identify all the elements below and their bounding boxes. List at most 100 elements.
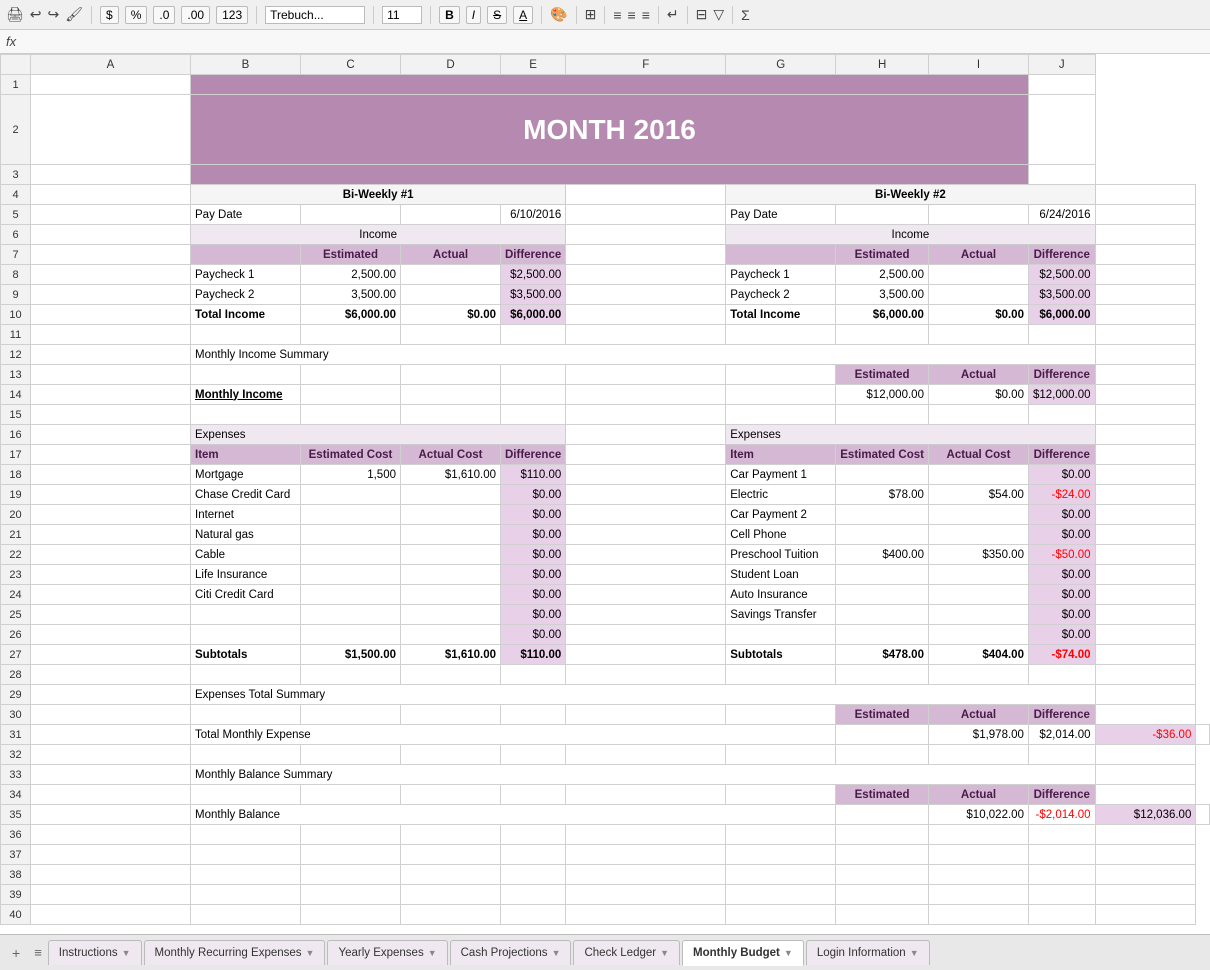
- cell-k12[interactable]: [1095, 345, 1196, 365]
- cell-k35[interactable]: [1196, 805, 1210, 825]
- cell-f18[interactable]: [566, 465, 726, 485]
- cell-k34[interactable]: [1095, 785, 1196, 805]
- cell-e9[interactable]: $3,500.00: [501, 285, 566, 305]
- cell-f40[interactable]: [566, 905, 726, 925]
- cell-a31[interactable]: [31, 725, 191, 745]
- cell-c23[interactable]: [301, 565, 401, 585]
- underline-button[interactable]: A: [513, 6, 533, 24]
- cell-i39[interactable]: [928, 885, 1028, 905]
- cell-k2[interactable]: [1028, 95, 1095, 165]
- cell-j39[interactable]: [1028, 885, 1095, 905]
- cell-b34[interactable]: [191, 785, 301, 805]
- cell-a28[interactable]: [31, 665, 191, 685]
- cell-c9[interactable]: 3,500.00: [301, 285, 401, 305]
- cell-a7[interactable]: [31, 245, 191, 265]
- cell-e38[interactable]: [501, 865, 566, 885]
- cell-i11[interactable]: [928, 325, 1028, 345]
- cell-b5[interactable]: Pay Date: [191, 205, 301, 225]
- cell-h26[interactable]: [836, 625, 929, 645]
- cell-b10[interactable]: Total Income: [191, 305, 301, 325]
- cell-j18[interactable]: $0.00: [1028, 465, 1095, 485]
- cell-f19[interactable]: [566, 485, 726, 505]
- cell-f34[interactable]: [566, 785, 726, 805]
- cell-k1[interactable]: [1028, 75, 1095, 95]
- cell-i5[interactable]: [928, 205, 1028, 225]
- cell-f38[interactable]: [566, 865, 726, 885]
- cell-g39[interactable]: [726, 885, 836, 905]
- cell-h39[interactable]: [836, 885, 929, 905]
- cell-a16[interactable]: [31, 425, 191, 445]
- cell-h8[interactable]: 2,500.00: [836, 265, 929, 285]
- tab-yearly-dropdown[interactable]: ▼: [428, 948, 437, 958]
- cell-e8[interactable]: $2,500.00: [501, 265, 566, 285]
- cell-k10[interactable]: [1095, 305, 1196, 325]
- cell-g10[interactable]: Total Income: [726, 305, 836, 325]
- cell-b30[interactable]: [191, 705, 301, 725]
- tab-monthly-budget[interactable]: Monthly Budget ▼: [682, 940, 804, 966]
- add-sheet-button[interactable]: +: [4, 941, 28, 965]
- tab-login-dropdown[interactable]: ▼: [910, 948, 919, 958]
- tab-cash-dropdown[interactable]: ▼: [552, 948, 561, 958]
- cell-f20[interactable]: [566, 505, 726, 525]
- cell-b27[interactable]: Subtotals: [191, 645, 301, 665]
- cell-e24[interactable]: $0.00: [501, 585, 566, 605]
- cell-a21[interactable]: [31, 525, 191, 545]
- cell-g28[interactable]: [726, 665, 836, 685]
- cell-e27[interactable]: $110.00: [501, 645, 566, 665]
- cell-h22[interactable]: $400.00: [836, 545, 929, 565]
- font-size-input[interactable]: [382, 6, 422, 24]
- cell-b40[interactable]: [191, 905, 301, 925]
- cell-e32[interactable]: [501, 745, 566, 765]
- cell-c8[interactable]: 2,500.00: [301, 265, 401, 285]
- cell-j24[interactable]: $0.00: [1028, 585, 1095, 605]
- cell-e40[interactable]: [501, 905, 566, 925]
- col-header-a[interactable]: A: [31, 55, 191, 75]
- cell-a1[interactable]: [31, 75, 191, 95]
- cell-a6[interactable]: [31, 225, 191, 245]
- cell-b39[interactable]: [191, 885, 301, 905]
- cell-c34[interactable]: [301, 785, 401, 805]
- cell-h11[interactable]: [836, 325, 929, 345]
- cell-b22[interactable]: Cable: [191, 545, 301, 565]
- cell-f17[interactable]: [566, 445, 726, 465]
- cell-k16[interactable]: [1095, 425, 1196, 445]
- col-header-e[interactable]: E: [501, 55, 566, 75]
- cell-d26[interactable]: [401, 625, 501, 645]
- cell-k23[interactable]: [1095, 565, 1196, 585]
- cell-a27[interactable]: [31, 645, 191, 665]
- cell-b19[interactable]: Chase Credit Card: [191, 485, 301, 505]
- cell-d8[interactable]: [401, 265, 501, 285]
- cell-i25[interactable]: [928, 605, 1028, 625]
- cell-f6[interactable]: [566, 225, 726, 245]
- cell-k40[interactable]: [1095, 905, 1196, 925]
- cell-g21[interactable]: Cell Phone: [726, 525, 836, 545]
- cell-a3[interactable]: [31, 165, 191, 185]
- formula-input[interactable]: [24, 35, 1204, 49]
- cell-h20[interactable]: [836, 505, 929, 525]
- strikethrough-button[interactable]: S: [487, 6, 507, 24]
- cell-h37[interactable]: [836, 845, 929, 865]
- decimal-btn[interactable]: .0: [153, 6, 175, 24]
- cell-e25[interactable]: $0.00: [501, 605, 566, 625]
- cell-f9[interactable]: [566, 285, 726, 305]
- cell-c13[interactable]: [301, 365, 401, 385]
- cell-j10[interactable]: $6,000.00: [1028, 305, 1095, 325]
- cell-a13[interactable]: [31, 365, 191, 385]
- cell-a14[interactable]: [31, 385, 191, 405]
- cell-a18[interactable]: [31, 465, 191, 485]
- cell-a40[interactable]: [31, 905, 191, 925]
- col-header-g[interactable]: G: [726, 55, 836, 75]
- percent-btn[interactable]: %: [125, 6, 148, 24]
- cell-h5[interactable]: [836, 205, 929, 225]
- cell-g36[interactable]: [726, 825, 836, 845]
- cell-c18[interactable]: 1,500: [301, 465, 401, 485]
- cell-j20[interactable]: $0.00: [1028, 505, 1095, 525]
- cell-h28[interactable]: [836, 665, 929, 685]
- tab-check-ledger[interactable]: Check Ledger ▼: [573, 940, 680, 965]
- cell-b21[interactable]: Natural gas: [191, 525, 301, 545]
- cell-k22[interactable]: [1095, 545, 1196, 565]
- cell-f22[interactable]: [566, 545, 726, 565]
- cell-a36[interactable]: [31, 825, 191, 845]
- cell-i10[interactable]: $0.00: [928, 305, 1028, 325]
- cell-c21[interactable]: [301, 525, 401, 545]
